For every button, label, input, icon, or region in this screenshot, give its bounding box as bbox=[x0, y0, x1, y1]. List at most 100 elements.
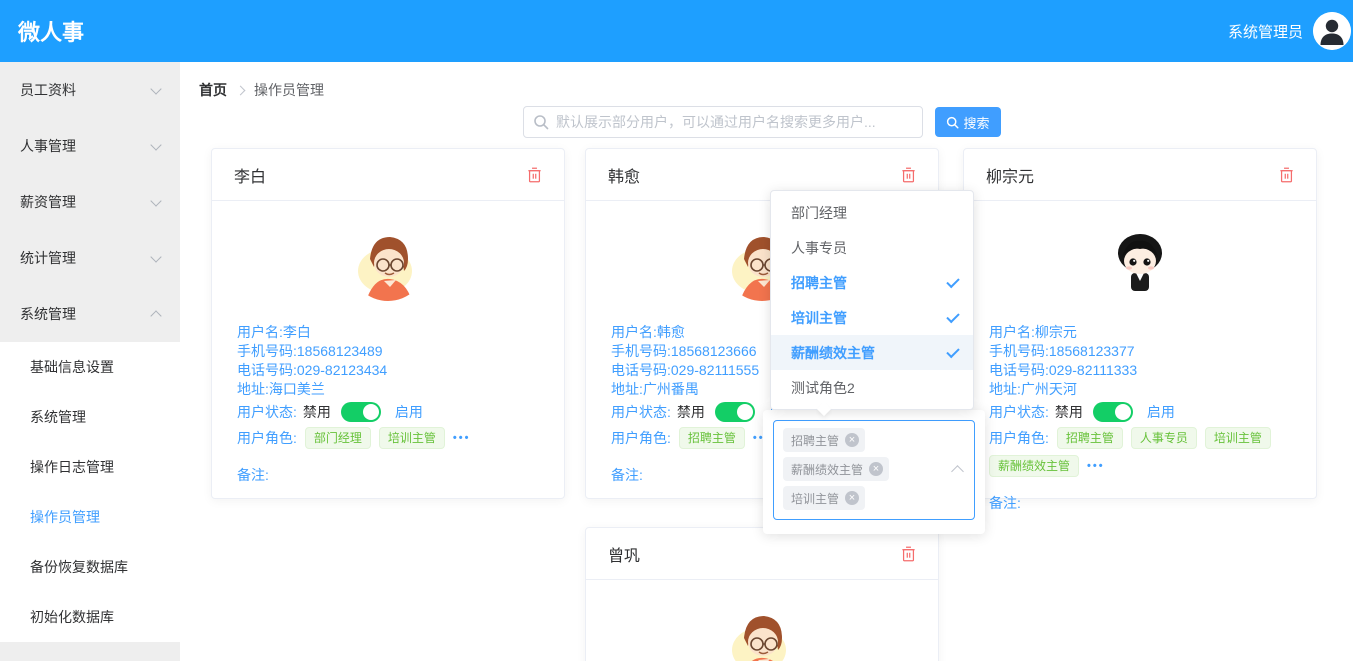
more-roles-button[interactable]: ••• bbox=[453, 432, 471, 444]
search-icon bbox=[533, 114, 549, 130]
toggle-knob bbox=[1115, 404, 1131, 420]
submenu-item-operator-management[interactable]: 操作员管理 bbox=[0, 492, 180, 542]
sidebar-item-statistics-management[interactable]: 统计管理 bbox=[0, 230, 180, 286]
role-option-compensation-supervisor[interactable]: 薪酬绩效主管 bbox=[771, 335, 973, 370]
delete-user-button[interactable] bbox=[901, 546, 916, 562]
current-user-name: 系统管理员 bbox=[1228, 21, 1303, 42]
status-disabled-label: 禁用 bbox=[303, 402, 331, 422]
avatar bbox=[1102, 225, 1178, 301]
submenu-item-basic-info-settings[interactable]: 基础信息设置 bbox=[0, 342, 180, 392]
trash-icon bbox=[901, 546, 916, 562]
status-toggle[interactable] bbox=[715, 402, 755, 422]
system-management-submenu: 基础信息设置 系统管理 操作日志管理 操作员管理 备份恢复数据库 初始化数据库 bbox=[0, 342, 180, 642]
username-value: 韩愈 bbox=[657, 324, 685, 340]
search-button-label: 搜索 bbox=[963, 113, 989, 132]
submenu-item-system-management[interactable]: 系统管理 bbox=[0, 392, 180, 442]
more-roles-button[interactable]: ••• bbox=[1087, 460, 1105, 472]
user-avatar[interactable] bbox=[1313, 12, 1351, 50]
status-toggle[interactable] bbox=[1093, 402, 1133, 422]
sidebar-item-label: 人事管理 bbox=[20, 136, 76, 156]
role-multiselect-input[interactable]: 招聘主管 × 薪酬绩效主管 × 培训主管 × bbox=[773, 420, 975, 520]
remove-tag-button[interactable]: × bbox=[869, 462, 883, 476]
chevron-down-icon bbox=[150, 251, 161, 262]
mobile-label: 手机号码: bbox=[611, 343, 671, 359]
role-option-hr-specialist[interactable]: 人事专员 bbox=[771, 230, 973, 265]
role-option-label: 部门经理 bbox=[791, 203, 847, 223]
phone-value: 029-82111333 bbox=[1049, 362, 1137, 378]
submenu-item-backup-restore-db[interactable]: 备份恢复数据库 bbox=[0, 542, 180, 592]
delete-user-button[interactable] bbox=[527, 167, 542, 183]
address-label: 地址: bbox=[989, 381, 1021, 397]
roles-row: 用户角色: 部门经理 培训主管 ••• bbox=[237, 427, 539, 449]
role-option-label: 薪酬绩效主管 bbox=[791, 343, 875, 363]
phone-line: 电话号码:029-82123434 bbox=[237, 361, 539, 380]
breadcrumb-home[interactable]: 首页 bbox=[199, 80, 227, 100]
role-dropdown-popup: 部门经理 人事专员 招聘主管 培训主管 薪酬绩效主管 测试角色2 bbox=[770, 190, 974, 410]
sidebar-item-system-management[interactable]: 系统管理 bbox=[0, 286, 180, 342]
delete-user-button[interactable] bbox=[1279, 167, 1294, 183]
phone-value: 029-82111555 bbox=[671, 362, 759, 378]
phone-label: 电话号码: bbox=[989, 362, 1049, 378]
username-line: 用户名:柳宗元 bbox=[989, 323, 1291, 342]
sidebar-item-label: 统计管理 bbox=[20, 248, 76, 268]
card-user-name: 柳宗元 bbox=[986, 163, 1034, 187]
status-toggle[interactable] bbox=[341, 402, 381, 422]
card-header: 李白 bbox=[212, 149, 564, 201]
role-option-label: 测试角色2 bbox=[791, 378, 855, 398]
chevron-right-icon bbox=[236, 85, 246, 95]
submenu-item-operation-log[interactable]: 操作日志管理 bbox=[0, 442, 180, 492]
status-row: 用户状态: 禁用 启用 bbox=[989, 401, 1291, 423]
submenu-item-init-db[interactable]: 初始化数据库 bbox=[0, 592, 180, 642]
selected-role-label: 培训主管 bbox=[791, 490, 839, 507]
chevron-down-icon bbox=[150, 195, 161, 206]
mobile-label: 手机号码: bbox=[989, 343, 1049, 359]
mobile-value: 18568123666 bbox=[671, 343, 757, 359]
card-user-name: 李白 bbox=[234, 163, 266, 187]
status-enabled-label: 启用 bbox=[395, 402, 423, 422]
status-disabled-label: 禁用 bbox=[677, 402, 705, 422]
selected-role-label: 招聘主管 bbox=[791, 432, 839, 449]
selected-role-label: 薪酬绩效主管 bbox=[791, 461, 863, 478]
address-value: 广州番禺 bbox=[643, 381, 699, 397]
trash-icon bbox=[1279, 167, 1294, 183]
mobile-label: 手机号码: bbox=[237, 343, 297, 359]
phone-value: 029-82123434 bbox=[297, 362, 387, 378]
search-row: 搜索 bbox=[523, 106, 1001, 138]
app-logo: 微人事 bbox=[18, 15, 84, 47]
search-button[interactable]: 搜索 bbox=[935, 107, 1001, 137]
role-tag: 培训主管 bbox=[1205, 427, 1271, 449]
remark-line: 备注: bbox=[989, 493, 1291, 533]
top-header: 微人事 系统管理员 bbox=[0, 0, 1353, 62]
role-option-training-supervisor[interactable]: 培训主管 bbox=[771, 300, 973, 335]
search-box bbox=[523, 106, 923, 138]
toggle-knob bbox=[363, 404, 379, 420]
role-option-label: 招聘主管 bbox=[791, 273, 847, 293]
mobile-line: 手机号码:18568123489 bbox=[237, 342, 539, 361]
sidebar-item-hr-management[interactable]: 人事管理 bbox=[0, 118, 180, 174]
search-input[interactable] bbox=[554, 107, 918, 137]
sidebar-item-salary-management[interactable]: 薪资管理 bbox=[0, 174, 180, 230]
sidebar-item-employee-data[interactable]: 员工资料 bbox=[0, 62, 180, 118]
status-disabled-label: 禁用 bbox=[1055, 402, 1083, 422]
role-option-department-manager[interactable]: 部门经理 bbox=[771, 195, 973, 230]
user-card-liuzongyuan: 柳宗元 bbox=[963, 148, 1317, 499]
role-tag: 人事专员 bbox=[1131, 427, 1197, 449]
phone-label: 电话号码: bbox=[611, 362, 671, 378]
user-card-zenggong: 曾巩 bbox=[585, 527, 939, 661]
username-label: 用户名: bbox=[237, 324, 283, 340]
check-icon bbox=[946, 274, 959, 287]
app-window: 微人事 系统管理员 员工资料 人事管理 薪资管理 统计管理 bbox=[0, 0, 1353, 661]
role-option-test-role-2[interactable]: 测试角色2 bbox=[771, 370, 973, 405]
username-label: 用户名: bbox=[989, 324, 1035, 340]
card-user-name: 曾巩 bbox=[608, 542, 640, 566]
address-line: 地址:海口美兰 bbox=[237, 380, 539, 399]
remove-tag-button[interactable]: × bbox=[845, 491, 859, 505]
card-body bbox=[586, 580, 938, 661]
remove-tag-button[interactable]: × bbox=[845, 433, 859, 447]
breadcrumb: 首页 操作员管理 bbox=[199, 80, 324, 100]
card-user-name: 韩愈 bbox=[608, 163, 640, 187]
trash-icon bbox=[901, 167, 916, 183]
role-option-recruitment-supervisor[interactable]: 招聘主管 bbox=[771, 265, 973, 300]
phone-line: 电话号码:029-82111333 bbox=[989, 361, 1291, 380]
delete-user-button[interactable] bbox=[901, 167, 916, 183]
